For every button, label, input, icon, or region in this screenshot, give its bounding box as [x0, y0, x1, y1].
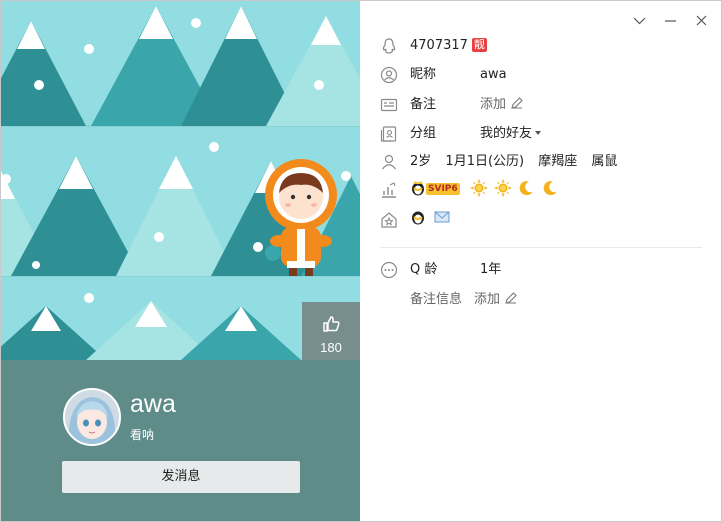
group-value: 我的好友	[480, 126, 533, 141]
group-label: 分组	[410, 126, 437, 141]
remark-info-add-text: 添加	[474, 292, 501, 307]
privilege-icons	[410, 209, 450, 228]
nickname-label: 昵称	[410, 67, 437, 82]
row-privileges	[360, 207, 721, 233]
minimize-icon[interactable]	[655, 11, 686, 31]
group-dropdown[interactable]: 我的好友	[480, 125, 542, 143]
chevron-down-icon[interactable]	[624, 11, 655, 31]
avatar-image	[65, 390, 119, 444]
remark-label: 备注	[410, 97, 437, 112]
svip-penguin-icon[interactable]	[410, 180, 426, 196]
moon-icon[interactable]	[542, 180, 558, 196]
profile-card-window: 180 awa 看呐 发消息 4707317 靓 昵称 awa 备注 添加 分组…	[0, 0, 722, 522]
mail-icon[interactable]	[434, 210, 450, 224]
chinese-zodiac: 属鼠	[591, 154, 618, 169]
badge-house-icon	[381, 212, 397, 228]
window-controls	[624, 11, 717, 31]
person-icon	[382, 154, 396, 170]
qq-age-value: 1年	[480, 262, 502, 277]
row-nickname: 昵称 awa	[360, 62, 721, 88]
qq-number-text: 4707317	[410, 38, 468, 53]
qq-age-label: Q 龄	[410, 262, 438, 277]
age: 2岁	[410, 154, 432, 169]
sun-icon[interactable]	[469, 179, 488, 197]
remark-info-label: 备注信息	[410, 292, 463, 307]
svip-badge[interactable]: SVIP6	[426, 183, 460, 195]
divider	[380, 247, 702, 248]
avatar[interactable]	[63, 388, 121, 446]
user-circle-icon	[380, 66, 398, 84]
basic-info: 2岁 1月1日(公历) 摩羯座 属鼠	[410, 153, 617, 171]
penguin-icon	[382, 38, 396, 54]
send-message-button[interactable]: 发消息	[62, 461, 300, 493]
close-icon[interactable]	[686, 11, 717, 31]
remark-add-link[interactable]: 添加	[480, 96, 524, 114]
profile-signature: 看呐	[130, 428, 155, 442]
edit-icon	[511, 97, 523, 109]
penguin-vip-icon[interactable]	[410, 209, 426, 225]
zodiac: 摩羯座	[538, 154, 578, 169]
nickname-value: awa	[480, 67, 507, 82]
left-panel: 180 awa 看呐 发消息	[1, 1, 360, 521]
row-qq-age: Q 龄 1年	[360, 257, 721, 283]
profile-nickname: awa	[130, 390, 176, 418]
row-remark: 备注 添加	[360, 92, 721, 118]
row-level: SVIP6	[360, 177, 721, 203]
id-card-icon	[380, 98, 398, 112]
remark-info-add-link[interactable]: 添加	[474, 291, 518, 309]
qq-number: 4707317 靓	[410, 37, 487, 55]
more-circle-icon	[380, 261, 398, 279]
row-qq-number: 4707317 靓	[360, 33, 721, 59]
pretty-number-badge: 靓	[471, 38, 487, 52]
row-group: 分组 我的好友	[360, 121, 721, 147]
birthday: 1月1日(公历)	[445, 154, 525, 169]
moon-icon[interactable]	[518, 180, 534, 196]
like-button[interactable]: 180	[302, 302, 360, 360]
level-chart-icon	[382, 182, 396, 198]
remark-add-text: 添加	[480, 97, 507, 112]
thumbs-up-icon	[323, 316, 340, 332]
level-icons: SVIP6	[410, 179, 558, 199]
row-basic-info: 2岁 1月1日(公历) 摩羯座 属鼠	[360, 149, 721, 175]
dropdown-arrow-icon	[535, 131, 542, 135]
row-remark-info: 备注信息 添加	[360, 287, 721, 313]
sun-icon[interactable]	[493, 179, 512, 197]
like-count: 180	[320, 340, 342, 355]
right-panel: 4707317 靓 昵称 awa 备注 添加 分组 我的好友 2岁 1月1日(公…	[360, 1, 721, 521]
edit-icon	[505, 292, 517, 304]
contacts-icon	[380, 126, 397, 142]
